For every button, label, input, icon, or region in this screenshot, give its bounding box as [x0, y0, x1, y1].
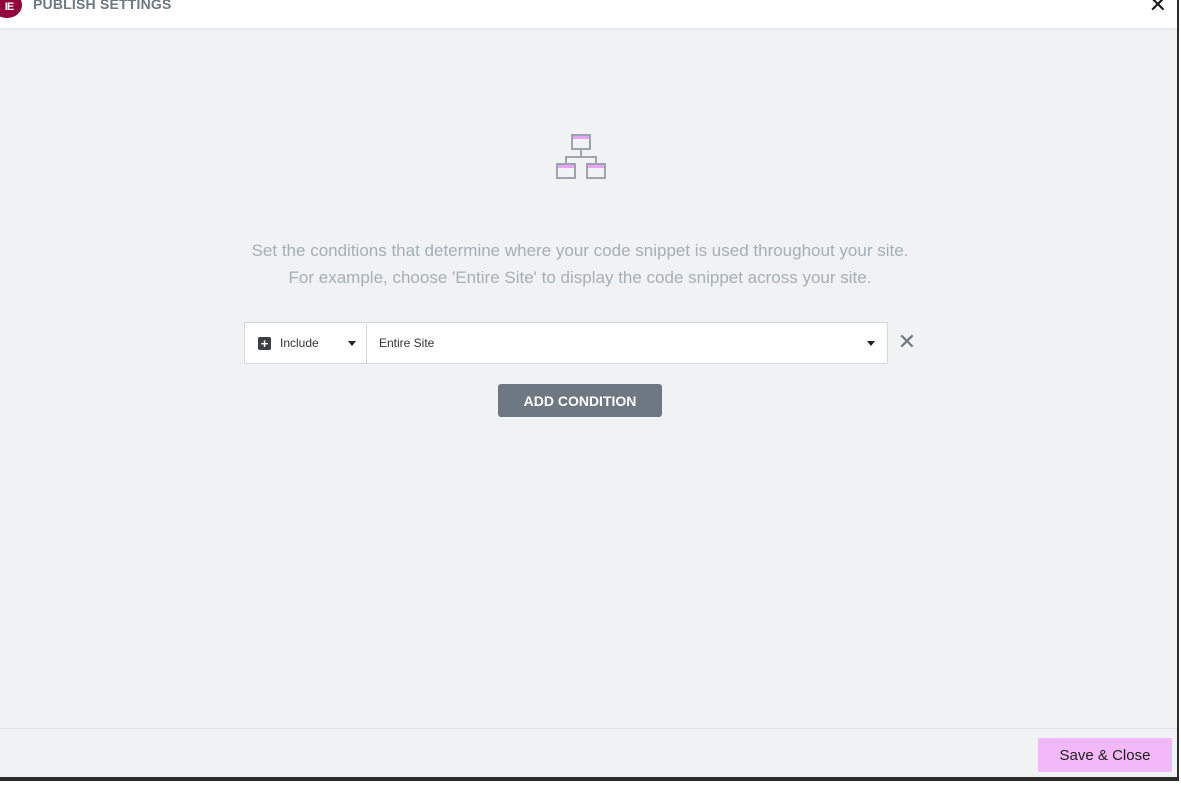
- condition-scope-select[interactable]: Entire Site: [367, 323, 887, 363]
- close-icon[interactable]: ✕: [1149, 0, 1167, 16]
- footer-divider: [0, 728, 1177, 729]
- modal-header: IE PUBLISH SETTINGS ✕: [0, 0, 1177, 28]
- publish-settings-modal: IE PUBLISH SETTINGS ✕ Set the conditions…: [0, 0, 1179, 781]
- condition-scope-value: Entire Site: [379, 336, 435, 350]
- condition-type-select[interactable]: + Include: [245, 323, 367, 363]
- plus-square-icon: +: [258, 336, 271, 350]
- intro-line-2: For example, choose 'Entire Site' to dis…: [288, 268, 872, 287]
- elementor-logo-icon: IE: [0, 0, 22, 18]
- add-condition-button[interactable]: ADD CONDITION: [498, 384, 662, 417]
- intro-line-1: Set the conditions that determine where …: [251, 241, 909, 260]
- chevron-down-icon: [867, 341, 875, 346]
- modal-title: PUBLISH SETTINGS: [33, 0, 172, 12]
- chevron-down-icon: [348, 341, 356, 346]
- condition-type-value: Include: [280, 336, 319, 350]
- site-structure-icon: [555, 133, 607, 181]
- condition-row: + Include Entire Site: [244, 322, 888, 364]
- save-close-button[interactable]: Save & Close: [1038, 738, 1172, 772]
- logo-glyph: IE: [4, 1, 14, 13]
- remove-condition-icon[interactable]: ✕: [897, 330, 917, 354]
- intro-text: Set the conditions that determine where …: [0, 237, 1160, 291]
